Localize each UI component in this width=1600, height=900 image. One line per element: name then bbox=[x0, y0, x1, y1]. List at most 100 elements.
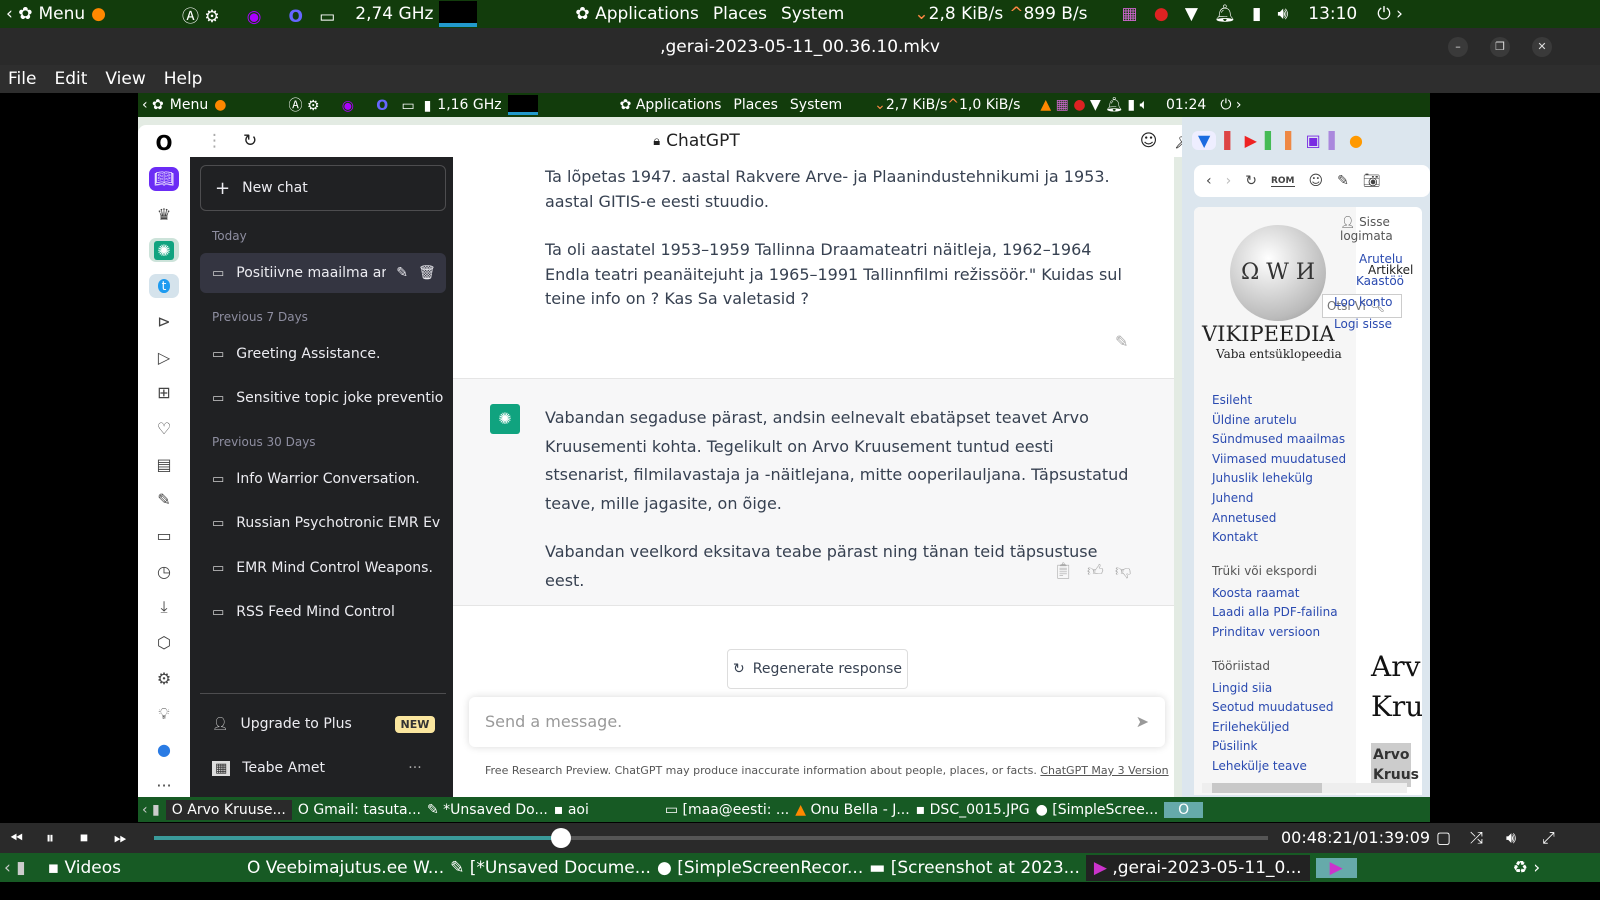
chat-item[interactable]: ▭ Info Warrior Conversation. bbox=[200, 459, 446, 499]
history-icon[interactable]: ◷ bbox=[149, 559, 179, 583]
menu-help[interactable]: Help bbox=[164, 69, 203, 89]
task-browser[interactable]: O Veebimajutus.ee W... bbox=[247, 858, 444, 878]
version-link[interactable]: ChatGPT May 3 Version bbox=[1040, 764, 1168, 777]
regenerate-button[interactable]: ↻ Regenerate response bbox=[727, 649, 908, 689]
pause-button[interactable]: ⏸︎ bbox=[46, 828, 54, 848]
task-video-player[interactable]: ▶ ,gerai-2023-05-11_0... bbox=[1085, 854, 1310, 881]
tools-link[interactable]: Lehekülje teave bbox=[1212, 759, 1346, 779]
task-videos[interactable]: ▪ Videos bbox=[48, 858, 121, 878]
power-icon[interactable]: ⏻ › bbox=[1377, 4, 1403, 24]
task-player-icon[interactable]: ▶ bbox=[1315, 857, 1357, 878]
settings-icon[interactable]: ⚙ bbox=[149, 666, 179, 690]
delete-icon[interactable]: 🗑︎ bbox=[418, 265, 436, 281]
fox-icon[interactable]: ● bbox=[1349, 131, 1363, 150]
tools-link[interactable]: Lingid siia bbox=[1212, 681, 1346, 701]
trash-icon[interactable]: ♻ › bbox=[1513, 858, 1540, 878]
apps-icon[interactable]: ⊞ bbox=[149, 381, 179, 405]
chatgpt-icon[interactable]: ✺ bbox=[154, 240, 174, 260]
tray-icons[interactable]: ▦ ● ▼ 🔔︎ ▮ 🔊︎ bbox=[1122, 4, 1289, 24]
youtube-icon[interactable]: ▶ bbox=[1245, 131, 1257, 150]
menu-file[interactable]: File bbox=[8, 69, 36, 89]
tab-icon[interactable]: ▌ bbox=[1285, 131, 1297, 150]
nav-link[interactable]: Kontakt bbox=[1212, 530, 1346, 550]
news-icon[interactable]: ▤ bbox=[149, 452, 179, 476]
tab-strip[interactable]: ▼ ▌ ▶ ▌ ▌ ▣ ▌ ● bbox=[1192, 125, 1432, 155]
yahoo-icon[interactable]: ▣ bbox=[1306, 131, 1321, 150]
reload-icon[interactable]: ↻ bbox=[243, 131, 257, 151]
upgrade-button[interactable]: 👤︎ Upgrade to Plus NEW bbox=[200, 704, 446, 744]
launcher-icons[interactable]: Ⓐ ⚙ ◉ O ▭ bbox=[182, 2, 335, 27]
bulb-icon[interactable]: 💡︎ bbox=[149, 702, 179, 726]
create-account-link[interactable]: Loo konto bbox=[1334, 295, 1393, 309]
system-menu[interactable]: System bbox=[781, 4, 844, 24]
chat-item[interactable]: ▭ Sensitive topic joke preventio bbox=[200, 378, 446, 418]
menu-icon[interactable]: ‹ ✿ bbox=[6, 4, 32, 24]
chat-item[interactable]: ▭ RSS Feed Mind Control bbox=[200, 592, 446, 632]
stop-button[interactable]: ⏹︎ bbox=[80, 828, 88, 848]
menu-view[interactable]: View bbox=[105, 69, 145, 89]
nav-link[interactable]: Esileht bbox=[1212, 393, 1346, 413]
emoji-icon[interactable]: ☺ bbox=[1309, 173, 1324, 189]
seek-handle[interactable] bbox=[550, 828, 571, 848]
volume-icon[interactable]: 🔊︎ bbox=[1506, 828, 1516, 848]
rom-button[interactable]: ROM bbox=[1270, 176, 1295, 187]
print-link[interactable]: Koosta raamat bbox=[1212, 586, 1346, 606]
camera-icon[interactable]: 📷︎ bbox=[1363, 173, 1381, 189]
tab-icon[interactable]: ▌ bbox=[1224, 131, 1236, 150]
print-link[interactable]: Prinditav versioon bbox=[1212, 625, 1346, 645]
places-menu[interactable]: Places bbox=[713, 4, 767, 24]
nav-link[interactable]: Viimased muudatused bbox=[1212, 452, 1346, 472]
message-input[interactable]: Send a message. ➤ bbox=[469, 697, 1165, 747]
reader-icon[interactable]: 📖︎ bbox=[149, 167, 179, 191]
nav-link[interactable]: Juhuslik lehekülg bbox=[1212, 471, 1346, 491]
send-icon[interactable]: ➤ bbox=[1136, 710, 1149, 735]
copy-icon[interactable]: 📋︎ bbox=[1053, 559, 1073, 584]
heart-icon[interactable]: ♡ bbox=[149, 417, 179, 441]
edit-message-icon[interactable]: ✎ bbox=[1115, 330, 1128, 355]
print-link[interactable]: Laadi alla PDF-failina bbox=[1212, 605, 1346, 625]
forward-icon[interactable]: › bbox=[1226, 173, 1232, 189]
send-icon[interactable]: ▷ bbox=[149, 345, 179, 369]
more-icon[interactable]: ··· bbox=[149, 773, 179, 797]
drag-icon[interactable]: ⋮ bbox=[206, 131, 223, 151]
thumbs-down-icon[interactable]: 👎︎ bbox=[1115, 559, 1131, 584]
reload-icon[interactable]: ↻ bbox=[1245, 173, 1257, 189]
firefox-icon[interactable]: ● bbox=[91, 4, 106, 24]
close-button[interactable]: ✕ bbox=[1532, 37, 1552, 57]
tools-link[interactable]: Erileheküljed bbox=[1212, 720, 1346, 740]
opera-logo-icon[interactable]: O bbox=[149, 131, 179, 155]
new-chat-button[interactable]: + New chat bbox=[200, 165, 446, 211]
chat-item[interactable]: ▭ EMR Mind Control Weapons. bbox=[200, 548, 446, 588]
nav-link[interactable]: Annetused bbox=[1212, 511, 1346, 531]
chat-item[interactable]: ▭ Positiivne maailma aren ✎ 🗑︎ bbox=[200, 253, 446, 293]
restore-button[interactable]: ❐ bbox=[1490, 37, 1510, 57]
player-icon[interactable]: ⊳ bbox=[149, 310, 179, 334]
edit-icon[interactable]: ✎ bbox=[1337, 173, 1349, 189]
chat-item[interactable]: ▭ Russian Psychotronic EMR Ev bbox=[200, 503, 446, 543]
task-editor[interactable]: ✎ [*Unsaved Docume... bbox=[450, 858, 651, 878]
seek-bar[interactable] bbox=[154, 828, 1268, 848]
horizontal-scrollbar[interactable] bbox=[1202, 783, 1407, 793]
tab-icon[interactable]: ▌ bbox=[1265, 131, 1277, 150]
clock[interactable]: 13:10 bbox=[1308, 4, 1357, 24]
nav-link[interactable]: Sündmused maailmas bbox=[1212, 432, 1346, 452]
tabs-icon[interactable]: ▭ bbox=[149, 524, 179, 548]
nav-link[interactable]: Üldine arutelu bbox=[1212, 413, 1346, 433]
tools-link[interactable]: Seotud muudatused bbox=[1212, 700, 1346, 720]
menu-button[interactable]: Menu bbox=[38, 4, 85, 24]
scrollbar-thumb[interactable] bbox=[1212, 783, 1322, 793]
tools-link[interactable]: Püsilink bbox=[1212, 739, 1346, 759]
user-menu[interactable]: ▦ Teabe Amet ··· bbox=[200, 748, 446, 788]
minimize-button[interactable]: – bbox=[1448, 37, 1468, 57]
more-button[interactable]: ··· bbox=[408, 760, 421, 776]
chat-item[interactable]: ▭ Greeting Assistance. bbox=[200, 334, 446, 374]
cube-icon[interactable]: ⬡ bbox=[149, 631, 179, 655]
nav-link[interactable]: Juhend bbox=[1212, 491, 1346, 511]
emoji-icon[interactable]: ☺ bbox=[1140, 131, 1158, 151]
forward-button[interactable]: ⏩︎ bbox=[114, 828, 127, 848]
chat-icon[interactable]: ● bbox=[149, 738, 179, 762]
shuffle-icon[interactable]: ⤮ bbox=[1470, 828, 1483, 848]
twitter-icon[interactable]: t bbox=[157, 278, 171, 293]
task-screenshot[interactable]: ▬ [Screenshot at 2023... bbox=[869, 858, 1080, 878]
edit-icon[interactable]: ✎ bbox=[149, 488, 179, 512]
